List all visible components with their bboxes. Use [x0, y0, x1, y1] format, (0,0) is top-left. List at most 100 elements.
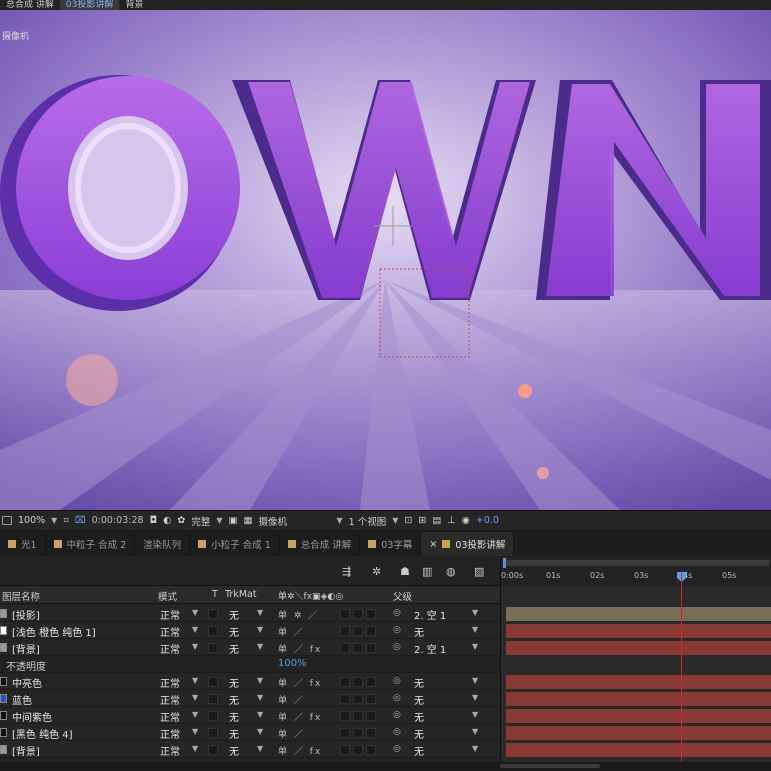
layer-row[interactable]: 中间紫色 正常 ▼ 无 ▼ 单 ／ fx ◎ 无 ▼ [0, 707, 500, 724]
work-area-bar[interactable] [503, 560, 769, 566]
comp-tab-active[interactable]: 03投影讲解 [59, 0, 120, 10]
pickwhip-icon[interactable]: ◎ [393, 608, 401, 618]
draft-3d-icon[interactable]: ✲ [372, 565, 381, 578]
tab-shadow-comp[interactable]: × 03投影讲解 [421, 532, 515, 556]
chevron-down-icon[interactable]: ▼ [192, 744, 198, 753]
layer-color-swatch[interactable] [0, 694, 7, 703]
layer-switches[interactable]: 单 ／ fx [278, 642, 322, 655]
layer-switches[interactable]: 单 ／ fx [278, 710, 322, 723]
chevron-down-icon[interactable]: ▼ [192, 608, 198, 617]
preserve-transparency-checkbox[interactable] [208, 745, 218, 755]
layer-color-swatch[interactable] [0, 643, 7, 652]
col-parent[interactable]: 父级 [393, 589, 412, 603]
motion-blur-switch[interactable] [340, 711, 350, 721]
layer-switches[interactable]: 单 ／ fx [278, 676, 322, 689]
pickwhip-icon[interactable]: ◎ [393, 676, 401, 686]
layer-name[interactable]: [背景] [12, 743, 40, 758]
layer-duration-bar[interactable] [506, 675, 771, 689]
monitor-icon[interactable] [2, 516, 12, 525]
camera-view-select[interactable]: 摄像机 [258, 514, 330, 528]
layer-switches[interactable]: 单 ／ [278, 693, 305, 706]
pickwhip-icon[interactable]: ◎ [393, 727, 401, 737]
track-matte-select[interactable]: 无 [229, 743, 239, 758]
chevron-down-icon[interactable]: ▼ [257, 642, 263, 651]
3d-layer-switch[interactable] [366, 609, 376, 619]
opacity-value[interactable]: 100% [278, 658, 307, 669]
chevron-down-icon[interactable]: ▼ [257, 710, 263, 719]
3d-layer-switch[interactable] [366, 711, 376, 721]
3d-layer-switch[interactable] [366, 643, 376, 653]
comp-tab-bg[interactable]: 背景 [119, 0, 149, 10]
motion-blur-switch[interactable] [340, 609, 350, 619]
chevron-down-icon[interactable]: ▼ [216, 516, 222, 525]
pickwhip-icon[interactable]: ◎ [393, 642, 401, 652]
zoom-slider[interactable] [500, 764, 600, 768]
chevron-down-icon[interactable]: ▼ [257, 608, 263, 617]
parent-select[interactable]: 无 [414, 726, 424, 741]
preserve-transparency-checkbox[interactable] [208, 643, 218, 653]
close-icon[interactable]: × [429, 539, 437, 550]
parent-select[interactable]: 无 [414, 675, 424, 690]
layer-color-swatch[interactable] [0, 745, 7, 754]
comp-tab-main[interactable]: 总合成 讲解 [0, 0, 60, 10]
3d-layer-switch[interactable] [366, 745, 376, 755]
parent-select[interactable]: 无 [414, 709, 424, 724]
track-matte-select[interactable]: 无 [229, 641, 239, 656]
adjustment-switch[interactable] [353, 626, 363, 636]
comp-mini-flowchart-icon[interactable]: ⇶ [342, 565, 351, 578]
work-area-start-handle[interactable] [503, 558, 506, 568]
layer-row[interactable]: [背景] 正常 ▼ 无 ▼ 单 ／ fx ◎ 无 ▼ [0, 741, 500, 758]
preserve-transparency-checkbox[interactable] [208, 677, 218, 687]
track-matte-select[interactable]: 无 [229, 709, 239, 724]
preserve-transparency-checkbox[interactable] [208, 694, 218, 704]
chevron-down-icon[interactable]: ▼ [257, 744, 263, 753]
chevron-down-icon[interactable]: ▼ [472, 727, 478, 736]
col-t[interactable]: T [212, 589, 218, 600]
layer-name[interactable]: 中亮色 [12, 675, 42, 690]
layer-color-swatch[interactable] [0, 728, 7, 737]
layer-name[interactable]: [背景] [12, 641, 40, 656]
layer-color-swatch[interactable] [0, 677, 7, 686]
motion-blur-switch[interactable] [340, 677, 350, 687]
blend-mode-select[interactable]: 正常 [160, 743, 180, 758]
preserve-transparency-checkbox[interactable] [208, 728, 218, 738]
chevron-down-icon[interactable]: ▼ [192, 676, 198, 685]
motion-blur-icon[interactable]: ◍ [446, 565, 456, 578]
color-channel-icon[interactable]: ✿ [177, 515, 185, 526]
track-matte-select[interactable]: 无 [229, 726, 239, 741]
3d-layer-switch[interactable] [366, 677, 376, 687]
chevron-down-icon[interactable]: ▼ [192, 727, 198, 736]
parent-select[interactable]: 2. 空 1 [414, 607, 446, 622]
layer-row[interactable]: 中亮色 正常 ▼ 无 ▼ 单 ／ fx ◎ 无 ▼ [0, 673, 500, 690]
chevron-down-icon[interactable]: ▼ [472, 608, 478, 617]
shy-icon[interactable]: ☗ [400, 565, 410, 578]
layer-row[interactable]: [背景] 正常 ▼ 无 ▼ 单 ／ fx ◎ 2. 空 1 ▼ [0, 639, 500, 656]
track-matte-select[interactable]: 无 [229, 624, 239, 639]
chevron-down-icon[interactable]: ▼ [51, 516, 57, 525]
layer-name[interactable]: 中间紫色 [12, 709, 52, 724]
toggle-pixel-icon[interactable]: ⊡ [404, 515, 412, 526]
preserve-transparency-checkbox[interactable] [208, 609, 218, 619]
frame-blend-icon[interactable]: ▥ [422, 565, 432, 578]
layer-color-swatch[interactable] [0, 711, 7, 720]
motion-blur-switch[interactable] [340, 694, 350, 704]
chevron-down-icon[interactable]: ▼ [192, 710, 198, 719]
reset-exposure-icon[interactable]: ◉ [462, 515, 470, 526]
pickwhip-icon[interactable]: ◎ [393, 625, 401, 635]
chevron-down-icon[interactable]: ▼ [192, 625, 198, 634]
layer-switches[interactable]: 单 ／ fx [278, 744, 322, 757]
3d-layer-switch[interactable] [366, 728, 376, 738]
layer-row[interactable]: 蓝色 正常 ▼ 无 ▼ 单 ／ ◎ 无 ▼ [0, 690, 500, 707]
adjustment-switch[interactable] [353, 728, 363, 738]
track-matte-select[interactable]: 无 [229, 607, 239, 622]
motion-blur-switch[interactable] [340, 728, 350, 738]
track-matte-select[interactable]: 无 [229, 675, 239, 690]
tab-small-particle[interactable]: 小粒子 合成 1 [190, 532, 280, 556]
chevron-down-icon[interactable]: ▼ [472, 642, 478, 651]
layer-row[interactable]: [投影] 正常 ▼ 无 ▼ 单 ✲ ／ ◎ 2. 空 1 ▼ [0, 605, 500, 622]
chevron-down-icon[interactable]: ▼ [257, 625, 263, 634]
layer-switches[interactable]: 单 ／ [278, 625, 305, 638]
blend-mode-select[interactable]: 正常 [160, 624, 180, 639]
layer-color-swatch[interactable] [0, 626, 7, 635]
col-mode[interactable]: 模式 [158, 589, 177, 603]
